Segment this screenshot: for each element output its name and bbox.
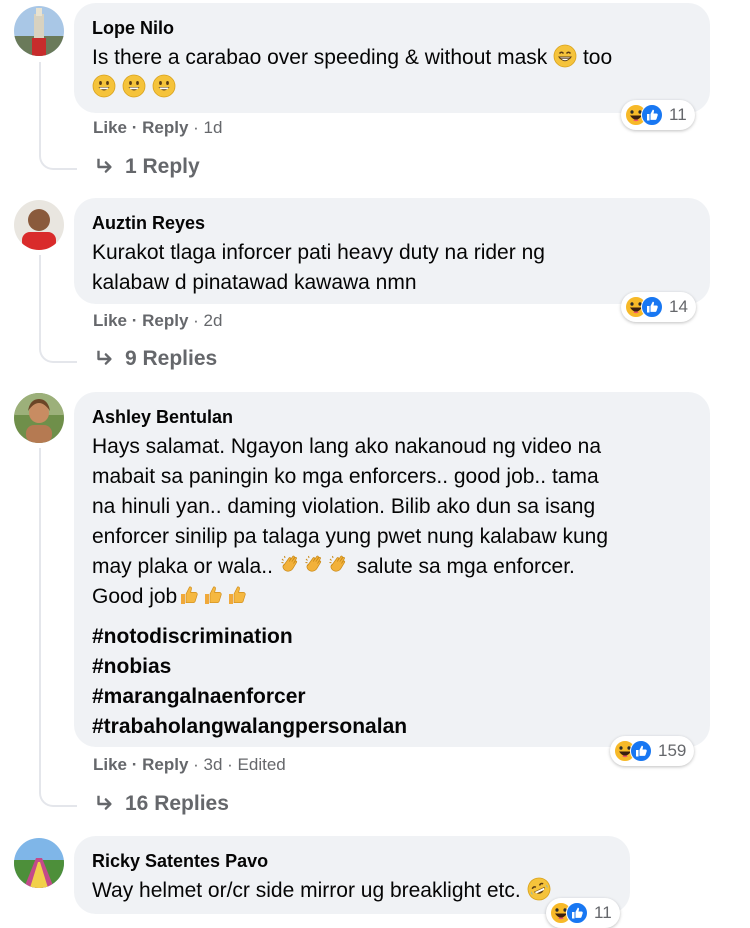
comment-text-line: enforcer sinilip pa talaga yung pwet nun… [92,525,609,548]
like-icon [641,296,663,318]
view-replies-button[interactable]: 1 Reply [93,155,200,179]
comment-text-line: Good job [92,582,692,612]
comment-text: Is there a carabao over speeding & witho… [92,43,692,103]
thread-line [39,255,77,363]
comment-text: Hays salamat. Ngayon lang ako nakanoud n… [92,432,692,612]
reaction-count: 159 [658,741,687,760]
hashtag-link[interactable]: #trabaholangwalangpersonalan [92,712,692,742]
reaction-summary[interactable]: 159 [610,736,695,766]
rofl-emoji [527,877,551,901]
comment-text-line: Is there a carabao over speeding & witho… [92,46,548,69]
comment-text-line: mabait sa paningin ko mga enforcers.. go… [92,465,599,488]
clap-emoji [279,553,303,577]
comment-author[interactable]: Lope Nilo [92,17,692,39]
view-replies-button[interactable]: 9 Replies [93,347,217,371]
comment-text-segment: salute sa mga enforcer. [356,555,575,578]
reaction-count: 11 [594,903,612,922]
comment-actions: Like · Reply · 1d [93,118,223,137]
comment-text-line: kalabaw d pinatawad kawawa nmn [92,271,417,294]
reply-arrow-icon [93,348,115,370]
comment-actions: Like · Reply · 3d · Edited [93,755,286,774]
comment-bubble: Auztin Reyes Kurakot tlaga inforcer pati… [74,198,710,304]
smile-emoji [152,74,176,98]
like-icon [630,740,652,762]
comment-text: Kurakot tlaga inforcer pati heavy duty n… [92,238,692,298]
clap-emoji [327,553,351,577]
comment-author[interactable]: Auztin Reyes [92,212,692,234]
avatar[interactable] [14,393,64,443]
avatar[interactable] [14,838,64,888]
comment-author[interactable]: Ricky Satentes Pavo [92,850,612,872]
reply-button[interactable]: Reply [142,311,188,330]
like-button[interactable]: Like [93,755,127,774]
clap-emoji [303,553,327,577]
comment-text-line: may plaka or wala.. salute sa mga enforc… [92,552,692,582]
grin-emoji [553,44,577,68]
thread-line [39,448,77,807]
thread-line [39,62,77,170]
view-replies-button[interactable]: 16 Replies [93,792,229,816]
comment-timestamp: · 1d [188,118,223,137]
hashtag-link[interactable]: #nobias [92,652,692,682]
replies-label: 9 Replies [125,347,218,370]
comment-text-end: too [582,46,613,69]
comment-text-line: Way helmet or/cr side mirror ug breaklig… [92,879,521,902]
reply-arrow-icon [93,156,115,178]
avatar[interactable] [14,200,64,250]
comment-actions: Like · Reply · 2d [93,311,223,330]
thumbs-up-emoji [225,583,249,607]
reaction-summary[interactable]: 14 [621,292,696,322]
comment-timestamp: · 2d [188,311,223,330]
comment-timestamp: · 3d · Edited [188,755,286,774]
smile-emoji [92,74,116,98]
reaction-count: 11 [669,105,687,124]
reaction-summary[interactable]: 11 [621,100,695,130]
replies-label: 16 Replies [125,792,229,815]
like-button[interactable]: Like [93,311,127,330]
comment-text-line: Kurakot tlaga inforcer pati heavy duty n… [92,241,545,264]
comment-bubble: Ricky Satentes Pavo Way helmet or/cr sid… [74,836,630,914]
replies-label: 1 Reply [125,155,200,178]
reply-button[interactable]: Reply [142,118,188,137]
hashtag-link[interactable]: #marangalnaenforcer [92,682,692,712]
comment-author[interactable]: Ashley Bentulan [92,406,692,428]
reaction-count: 14 [669,297,688,316]
like-icon [566,902,588,924]
reaction-summary[interactable]: 11 [546,898,620,928]
hashtag-link[interactable]: #notodiscrimination [92,622,692,652]
comment-bubble: Ashley Bentulan Hays salamat. Ngayon lan… [74,392,710,747]
comment-text-line: Hays salamat. Ngayon lang ako nakanoud n… [92,435,602,458]
comment-text: Way helmet or/cr side mirror ug breaklig… [92,876,612,906]
like-button[interactable]: Like [93,118,127,137]
thumbs-up-emoji [177,583,201,607]
avatar[interactable] [14,6,64,56]
thumbs-up-emoji [201,583,225,607]
like-icon [641,104,663,126]
reply-button[interactable]: Reply [142,755,188,774]
comment-bubble: Lope Nilo Is there a carabao over speedi… [74,3,710,113]
comment-text-line: na hinuli yan.. daming violation. Bilib … [92,495,596,518]
reply-arrow-icon [93,793,115,815]
comment-text-segment: Good job [92,585,178,608]
hashtag-list: #notodiscrimination #nobias #marangalnae… [92,622,692,742]
smile-emoji [122,74,146,98]
comment-text-segment: may plaka or wala.. [92,555,273,578]
